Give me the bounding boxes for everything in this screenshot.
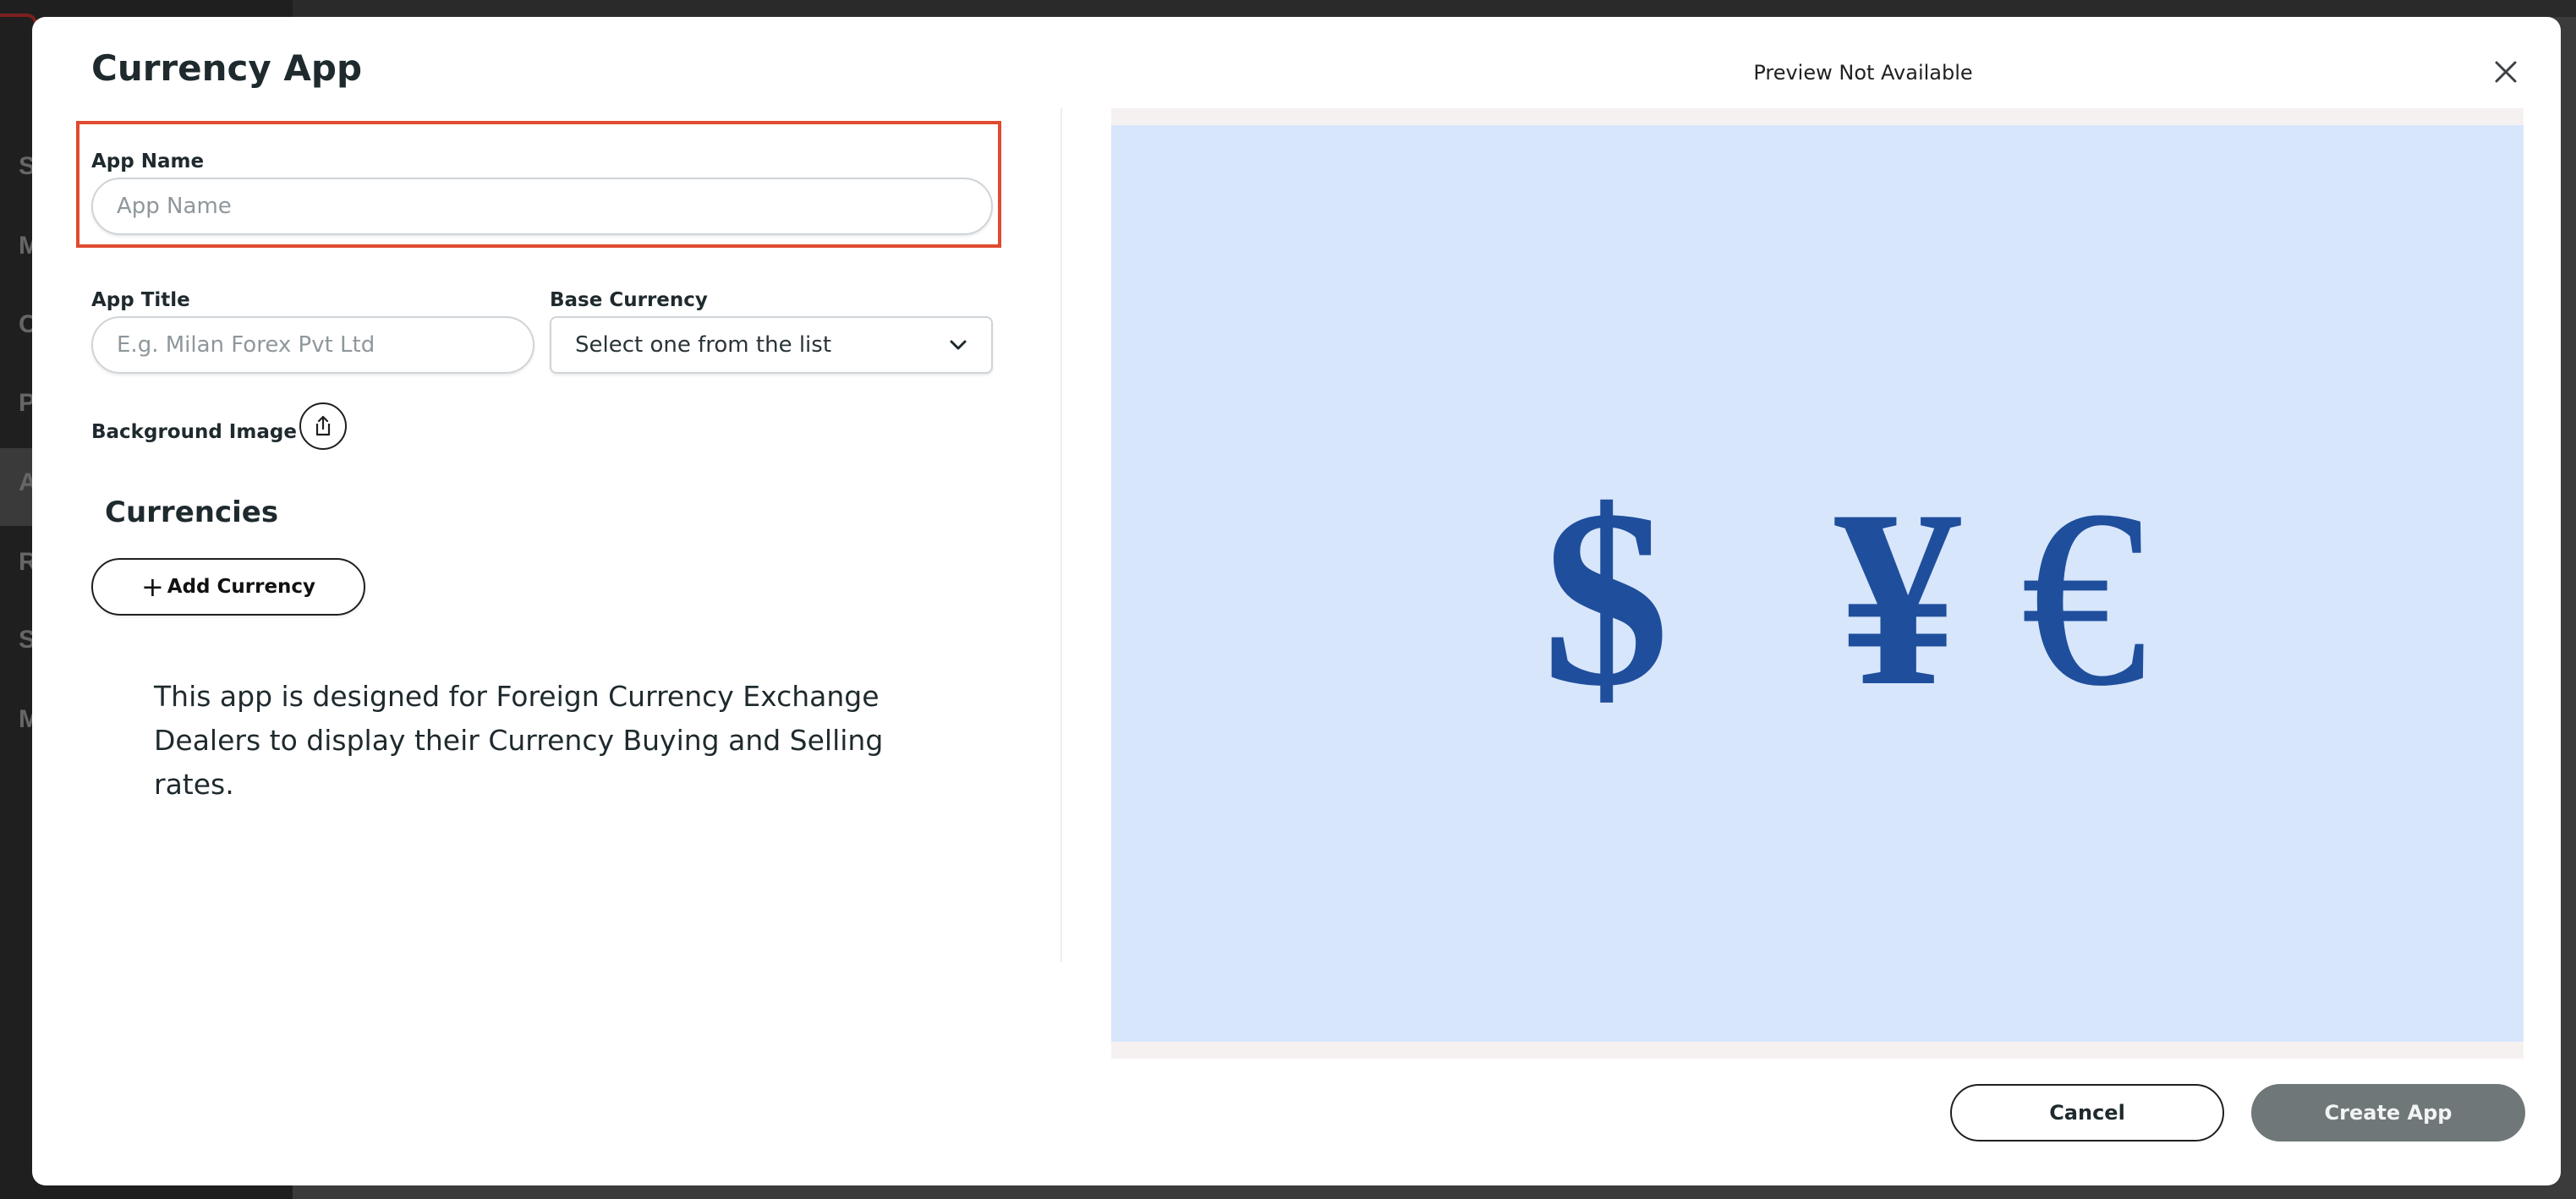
close-icon — [2495, 61, 2517, 83]
app-name-label: App Name — [91, 151, 205, 172]
app-title-input[interactable] — [91, 316, 534, 374]
create-app-modal: Currency App Preview Not Available App N… — [32, 17, 2561, 1185]
background-topbar — [0, 0, 2576, 17]
app-title-label: App Title — [91, 289, 190, 311]
base-currency-selected-value: Select one from the list — [575, 332, 832, 358]
modal-title: Currency App — [91, 47, 363, 89]
add-currency-button[interactable]: + Add Currency — [91, 558, 365, 616]
create-app-button[interactable]: Create App — [2251, 1084, 2525, 1142]
preview-status-text: Preview Not Available — [1753, 61, 1973, 85]
background-image-upload-button[interactable] — [299, 402, 347, 450]
yen-symbol: ¥ — [1834, 457, 1961, 738]
upload-icon — [315, 415, 331, 436]
close-button[interactable] — [2483, 49, 2529, 95]
background-image-label: Background Image — [91, 421, 297, 443]
base-currency-select[interactable]: Select one from the list — [550, 316, 993, 374]
chevron-down-icon — [950, 340, 967, 350]
preview-image: $ ¥ € — [1111, 125, 2524, 1042]
column-divider — [1061, 108, 1062, 962]
cancel-button[interactable]: Cancel — [1950, 1084, 2224, 1142]
euro-symbol: € — [2020, 457, 2147, 738]
currencies-section-title: Currencies — [105, 495, 279, 529]
app-description: This app is designed for Foreign Currenc… — [154, 680, 884, 801]
app-name-input[interactable] — [91, 178, 993, 235]
add-currency-label: Add Currency — [167, 576, 316, 598]
plus-icon: + — [140, 571, 164, 603]
base-currency-label: Base Currency — [550, 289, 708, 311]
dollar-symbol: $ — [1543, 457, 1669, 738]
